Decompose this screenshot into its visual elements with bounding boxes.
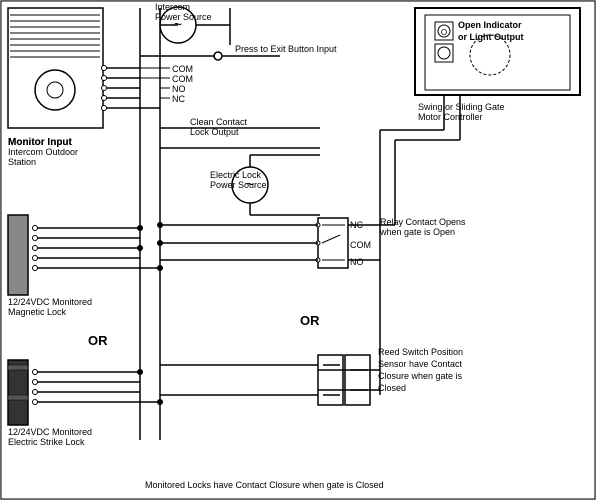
svg-text:Closed: Closed: [378, 383, 406, 393]
svg-text:or Light Output: or Light Output: [458, 32, 523, 42]
svg-text:Sensor have Contact: Sensor have Contact: [378, 359, 463, 369]
svg-text:NO: NO: [172, 84, 186, 94]
svg-text:Motor Controller: Motor Controller: [418, 112, 483, 122]
svg-text:COM: COM: [350, 240, 371, 250]
svg-text:Closure when gate is: Closure when gate is: [378, 371, 463, 381]
svg-text:Lock Output: Lock Output: [190, 127, 239, 137]
svg-text:Intercom Outdoor: Intercom Outdoor: [8, 147, 78, 157]
svg-text:Power Source: Power Source: [210, 180, 267, 190]
svg-text:Station: Station: [8, 157, 36, 167]
svg-text:Monitored Locks have Contact C: Monitored Locks have Contact Closure whe…: [145, 480, 384, 490]
svg-text:Power Source: Power Source: [155, 12, 212, 22]
svg-text:OR: OR: [300, 313, 320, 328]
svg-text:COM: COM: [172, 64, 193, 74]
svg-text:O: O: [441, 28, 447, 37]
svg-text:NO: NO: [350, 257, 364, 267]
svg-text:Relay Contact Opens: Relay Contact Opens: [380, 217, 466, 227]
svg-text:12/24VDC Monitored: 12/24VDC Monitored: [8, 427, 92, 437]
svg-text:Electric Lock: Electric Lock: [210, 170, 262, 180]
svg-text:Electric Strike Lock: Electric Strike Lock: [8, 437, 85, 447]
svg-text:Open Indicator: Open Indicator: [458, 20, 522, 30]
svg-text:Reed Switch Position: Reed Switch Position: [378, 347, 463, 357]
wiring-diagram: ~ COM NO COM NC: [0, 0, 596, 500]
svg-text:Swing or Sliding Gate: Swing or Sliding Gate: [418, 102, 505, 112]
svg-text:OR: OR: [88, 333, 108, 348]
svg-text:Magnetic Lock: Magnetic Lock: [8, 307, 67, 317]
svg-text:Intercom: Intercom: [155, 2, 190, 12]
svg-text:Clean Contact: Clean Contact: [190, 117, 248, 127]
svg-text:12/24VDC Monitored: 12/24VDC Monitored: [8, 297, 92, 307]
svg-text:when gate is Open: when gate is Open: [379, 227, 455, 237]
svg-text:COM: COM: [172, 74, 193, 84]
svg-text:Press to Exit Button Input: Press to Exit Button Input: [235, 44, 337, 54]
svg-text:NC: NC: [172, 94, 185, 104]
